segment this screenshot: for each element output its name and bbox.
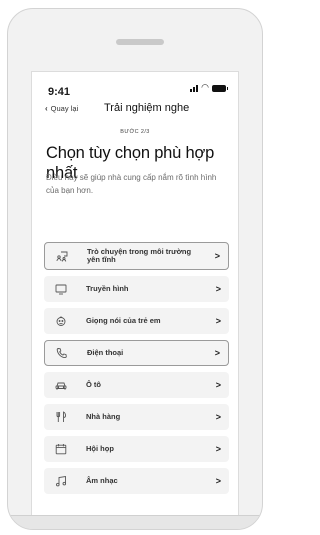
music-icon [54, 474, 68, 488]
signal-icon [190, 85, 199, 92]
quiet-conversation-icon [55, 249, 69, 263]
chevron-right-icon: > [215, 412, 221, 422]
chevron-right-icon: > [215, 444, 221, 454]
phone-frame: 9:41 ◠ ‹ Quay lại Trải nghiệm nghe BƯỚC … [7, 8, 263, 530]
phone-icon [55, 346, 69, 360]
child-face-icon [54, 314, 68, 328]
option-child-voice[interactable]: Giọng nói của trẻ em > [44, 308, 229, 334]
option-label: Âm nhạc [86, 475, 118, 485]
option-label: Nhà hàng [86, 411, 121, 421]
chevron-right-icon: > [214, 251, 220, 261]
option-quiet-conversation[interactable]: Trò chuyện trong môi trường yên tĩnh > [44, 242, 229, 270]
calendar-icon [54, 442, 68, 456]
option-tv[interactable]: Truyền hình > [44, 276, 229, 302]
restaurant-icon [54, 410, 68, 424]
tv-icon [54, 282, 68, 296]
chevron-right-icon: > [215, 380, 221, 390]
battery-icon [212, 85, 228, 92]
step-indicator: BƯỚC 2/3 [120, 129, 150, 135]
nav-title: Trải nghiệm nghe [104, 102, 190, 114]
option-label: Trò chuyện trong môi trường yên tĩnh [87, 246, 192, 264]
status-time: 9:41 [48, 86, 71, 98]
back-label: Quay lại [50, 104, 79, 113]
chevron-right-icon: > [214, 348, 220, 358]
option-music[interactable]: Âm nhạc > [44, 468, 229, 494]
option-list: Trò chuyện trong môi trường yên tĩnh > T… [44, 242, 229, 500]
option-restaurant[interactable]: Nhà hàng > [44, 404, 229, 430]
option-label: Hội họp [86, 443, 114, 453]
chevron-right-icon: > [215, 284, 221, 294]
option-label: Truyền hình [86, 283, 129, 293]
status-icons: ◠ [190, 82, 228, 92]
chevron-right-icon: > [215, 476, 221, 486]
option-meeting[interactable]: Hội họp > [44, 436, 229, 462]
wifi-icon: ◠ [201, 82, 209, 92]
phone-bottom-bezel [8, 515, 262, 529]
option-phone[interactable]: Điện thoại > [44, 340, 229, 366]
status-bar: 9:41 ◠ [48, 82, 228, 98]
app-screen: 9:41 ◠ ‹ Quay lại Trải nghiệm nghe BƯỚC … [31, 71, 239, 529]
back-button[interactable]: ‹ Quay lại [45, 104, 78, 113]
option-label: Điện thoại [87, 347, 124, 357]
chevron-right-icon: > [215, 316, 221, 326]
car-icon [54, 378, 68, 392]
option-label: Ô tô [86, 379, 101, 389]
page-description: Điều này sẽ giúp nhà cung cấp nắm rõ tìn… [46, 173, 217, 195]
nav-bar: ‹ Quay lại Trải nghiệm nghe [32, 102, 238, 118]
option-label: Giọng nói của trẻ em [86, 315, 161, 325]
option-car[interactable]: Ô tô > [44, 372, 229, 398]
phone-speaker [116, 39, 164, 45]
chevron-left-icon: ‹ [45, 104, 48, 113]
